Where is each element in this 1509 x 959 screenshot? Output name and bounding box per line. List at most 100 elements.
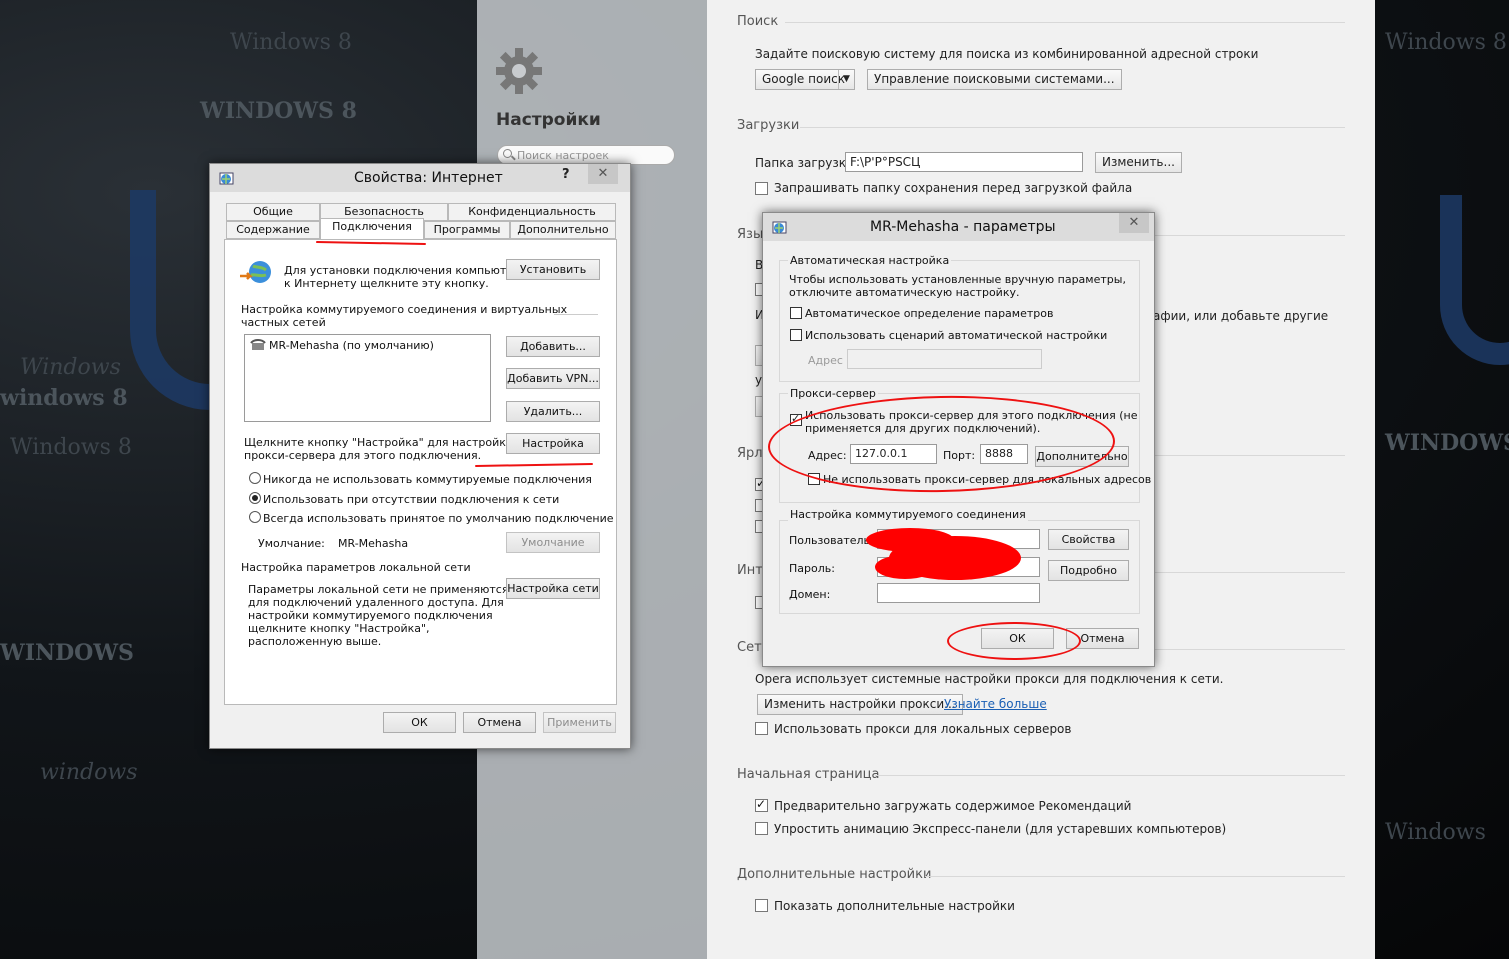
chevron-down-icon: ▼ [838,70,854,89]
remove-connection-button[interactable]: Удалить... [506,401,600,422]
watermark-text: Windows 8 [1385,30,1507,55]
dialog-title: MR-Mehasha - параметры [870,219,1056,235]
domain-label: Домен: [789,588,831,601]
domain-input[interactable] [877,583,1040,603]
watermark-text: Windows 8 [230,30,352,55]
section-heading-internet: Инт [737,563,763,578]
tab-general[interactable]: Общие [226,203,320,221]
section-divider [1150,572,1345,573]
close-icon[interactable]: ✕ [1119,213,1149,233]
ok-button[interactable]: ОК [383,712,456,733]
lan-text: для подключений удаленного доступа. Для [248,596,504,609]
change-folder-button[interactable]: Изменить... [1095,152,1182,173]
tab-advanced[interactable]: Дополнительно [510,221,616,239]
auto-detect-checkbox[interactable] [790,307,802,319]
phone-connection-icon [250,339,266,350]
section-divider [1150,649,1345,650]
script-address-label: Адрес [808,354,843,367]
preload-checkbox[interactable] [755,797,768,812]
group-divider [554,314,598,315]
change-proxy-settings-button[interactable]: Изменить настройки прокси... [757,694,963,715]
simplify-animation-checkbox[interactable] [755,822,768,835]
sidebar-title: Настройки [496,110,601,130]
proxy-server-group-label: Прокси-сервер [788,387,878,400]
globe-icon [240,261,271,283]
search-placeholder: Поиск настроек [517,149,609,162]
auto-config-desc: отключите автоматическую настройку. [789,286,1020,299]
section-heading-downloads: Загрузки [737,118,800,133]
settings-hint-text: прокси-сервера для этого подключения. [244,449,482,462]
close-icon[interactable]: ✕ [588,164,618,184]
add-vpn-button[interactable]: Добавить VPN... [506,368,600,389]
section-divider [800,127,1345,128]
lan-group-label: Настройка параметров локальной сети [241,561,471,574]
section-heading-advanced: Дополнительные настройки [737,867,932,882]
dialog-title: Свойства: Интернет [354,170,503,186]
lan-text: Параметры локальной сети не применяются [248,583,509,596]
network-description: Opera использует системные настройки про… [755,672,1224,686]
settings-search-input[interactable]: Поиск настроек [497,145,675,165]
connection-settings-button[interactable]: Настройка [506,433,600,454]
section-divider [785,22,1345,23]
search-engine-select[interactable]: Google поиск ▼ [755,69,855,90]
simplify-animation-label: Упростить анимацию Экспресс-панели (для … [774,822,1227,836]
show-advanced-label: Показать дополнительные настройки [774,899,1015,913]
radio-never-dial[interactable] [249,472,261,484]
manage-search-engines-button[interactable]: Управление поисковыми системами... [867,69,1122,90]
local-proxy-label: Использовать прокси для локальных сервер… [774,722,1072,736]
auto-config-group-label: Автоматическая настройка [788,254,952,267]
search-engine-value: Google поиск [762,72,845,86]
lan-text: щелкните кнопку "Настройка", [248,622,430,635]
section-divider [1150,455,1345,456]
set-default-button[interactable]: Умолчание [506,532,600,553]
radio-never-dial-label: Никогда не использовать коммутируемые по… [263,473,592,486]
radio-dial-when-absent[interactable] [249,492,261,504]
radio-always-dial[interactable] [249,511,261,523]
dialup-properties-button[interactable]: Свойства [1048,529,1129,550]
auto-script-checkbox[interactable] [790,329,802,341]
ask-download-folder-checkbox[interactable] [755,182,768,195]
watermark-text: WINDOWS 8 [1385,430,1509,456]
tab-programs[interactable]: Программы [424,221,510,239]
wallpaper-logo-shape [1440,195,1509,365]
section-heading-start-page: Начальная страница [737,767,880,782]
language-description-tail: афии, или добавьте другие [1153,309,1329,323]
search-icon [503,149,512,158]
setup-text: к Интернету щелкните эту кнопку. [284,277,489,290]
tab-privacy[interactable]: Конфиденциальность [448,203,616,221]
local-proxy-checkbox[interactable] [755,722,768,735]
watermark-text: Windows [1385,820,1486,845]
show-advanced-checkbox[interactable] [755,899,768,912]
learn-more-link[interactable]: Узнайте больше [944,697,1047,711]
add-connection-button[interactable]: Добавить... [506,336,600,357]
internet-options-icon [219,172,234,185]
watermark-text: windows 8 [0,385,128,411]
search-description: Задайте поисковую систему для поиска из … [755,47,1259,61]
section-heading-search: Поиск [737,14,779,29]
radio-always-dial-label: Всегда использовать принятое по умолчани… [263,512,614,525]
section-heading-language: Язы [737,227,764,242]
default-label: Умолчание: [258,537,325,550]
cancel-button[interactable]: Отмена [463,712,536,733]
setup-button[interactable]: Установить [506,259,600,280]
section-heading-network: Сет [737,640,762,655]
auto-script-label: Использовать сценарий автоматической нас… [805,329,1108,342]
download-folder-input[interactable]: F:\Р'Р°PSCЦ [845,152,1083,172]
connection-list-item[interactable]: MR-Mehasha (по умолчанию) [269,339,434,352]
dialup-details-button[interactable]: Подробно [1048,560,1129,581]
help-button[interactable]: ? [562,167,570,182]
apply-button[interactable]: Применить [543,712,616,733]
annotation-circle [947,622,1081,660]
dialup-group-label: Настройка коммутируемого соединения и ви… [241,303,568,316]
preload-label: Предварительно загружать содержимое Реко… [774,799,1132,813]
tab-connections[interactable]: Подключения [320,218,424,240]
script-address-input[interactable] [847,349,1042,369]
tab-content[interactable]: Содержание [226,221,320,239]
section-divider [1150,235,1345,236]
auto-detect-label: Автоматическое определение параметров [805,307,1054,320]
default-connection-value: MR-Mehasha [338,537,409,550]
setup-text: Для установки подключения компьютера [284,264,527,277]
settings-hint-text: Щелкните кнопку "Настройка" для настройк… [244,436,514,449]
lan-settings-button[interactable]: Настройка сети [506,578,600,599]
lan-text: расположенную выше. [248,635,382,648]
